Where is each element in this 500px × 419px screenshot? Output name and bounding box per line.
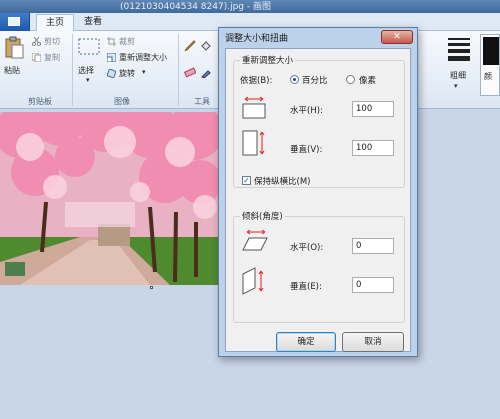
skew-vertical-icon [242,267,264,295]
rotate-label: 旋转 [119,69,135,78]
chevron-down-icon: ▾ [86,76,90,84]
pixels-radio[interactable] [346,75,355,84]
tools-group-label: 工具 [194,97,210,106]
cut-label: 剪切 [44,37,60,46]
keep-aspect-checkbox[interactable]: ✓ [242,176,251,185]
paste-icon [5,36,24,59]
vertical-resize-icon [242,130,265,156]
skew-group-label: 倾斜(角度) [240,210,285,222]
resize-skew-dialog: 调整大小和扭曲 ✕ 重新调整大小 依据(B): 百分比 像素 水平(H): 10… [218,27,418,357]
horizontal-resize-icon [242,96,266,119]
dialog-title: 调整大小和扭曲 [225,34,289,44]
rotate-button[interactable]: 旋转 ▾ [107,68,167,80]
pixels-radio-label[interactable]: 像素 [359,74,376,86]
horizontal-label: 水平(H): [290,106,323,116]
tab-home[interactable]: 主页 [36,14,74,31]
window-title: (0121030404534 8247).jpg - 画图 [120,2,271,12]
skew-vertical-label: 垂直(E): [290,282,322,292]
skew-horizontal-input[interactable]: 0 [352,238,394,254]
copy-button[interactable]: 复制 [32,52,68,64]
rotate-icon [107,69,116,78]
chevron-down-icon: ▾ [142,68,146,76]
skew-horizontal-icon [242,229,268,251]
select-label: 选择 [78,66,94,75]
resize-group-label: 重新调整大小 [240,54,296,66]
thickness-line [448,43,470,46]
file-menu-icon [8,17,20,26]
tab-view[interactable]: 查看 [76,14,110,31]
basis-label: 依据(B): [240,76,273,86]
vertical-label: 垂直(V): [290,145,323,155]
thickness-label: 粗细 [450,71,466,80]
color1-swatch [483,37,499,65]
cherry-blossom-image [0,112,218,285]
resize-button[interactable]: 重新调整大小 [107,52,179,64]
canvas-resize-handle[interactable] [150,286,153,289]
eraser-icon[interactable] [184,66,196,78]
thickness-line [448,38,470,40]
paste-button[interactable]: 粘贴 [2,34,26,86]
thickness-line [448,56,470,61]
color1-label: 颜 [484,72,492,81]
copy-label: 复制 [44,53,60,62]
ok-button[interactable]: 确定 [276,332,336,352]
copy-icon [32,53,41,62]
cut-button[interactable]: 剪切 [32,36,68,48]
chevron-down-icon: ▾ [454,82,458,90]
pencil-icon[interactable] [184,40,196,52]
canvas-photo[interactable] [0,112,218,285]
horizontal-input[interactable]: 100 [352,101,394,117]
thickness-button[interactable]: 粗细 ▾ [446,34,474,92]
ribbon-separator [178,34,179,106]
skew-horizontal-label: 水平(O): [290,243,324,253]
ribbon-separator [72,34,73,106]
crop-label: 裁剪 [119,37,135,46]
percent-radio-label[interactable]: 百分比 [302,74,328,86]
close-button[interactable]: ✕ [381,30,413,44]
select-icon [78,38,100,55]
color1-button[interactable]: 颜 [480,34,500,96]
fill-icon[interactable] [200,40,212,52]
color-picker-icon[interactable] [200,66,212,78]
thickness-line [448,49,470,53]
dialog-body: 重新调整大小 依据(B): 百分比 像素 水平(H): 100 垂直(V): 1… [225,48,411,352]
crop-icon [107,37,116,46]
scissors-icon [32,37,41,46]
percent-radio[interactable] [290,75,299,84]
resize-label: 重新调整大小 [119,53,167,62]
select-button[interactable]: 选择 ▾ [76,34,102,86]
clipboard-group-label: 剪贴板 [28,97,52,106]
image-group-label: 图像 [114,97,130,106]
cancel-button[interactable]: 取消 [342,332,404,352]
vertical-input[interactable]: 100 [352,140,394,156]
resize-icon [107,53,116,62]
window-title-bar: (0121030404534 8247).jpg - 画图 [0,0,500,13]
keep-aspect-label[interactable]: 保持纵横比(M) [254,175,310,187]
crop-button[interactable]: 裁剪 [107,36,167,48]
paste-label: 粘贴 [4,66,20,75]
file-menu-button[interactable] [0,13,30,31]
skew-vertical-input[interactable]: 0 [352,277,394,293]
